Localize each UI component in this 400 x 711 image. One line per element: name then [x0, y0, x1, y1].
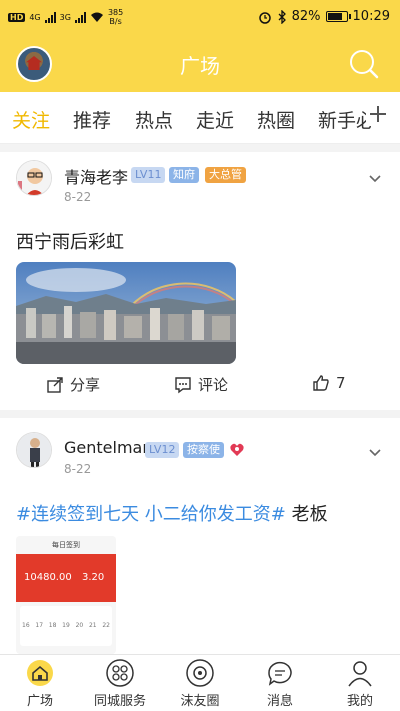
- level-badge-2: LV12: [145, 442, 180, 458]
- comment-button[interactable]: 评论: [174, 374, 228, 395]
- nav-friends-circle-label: 沫友圈: [180, 694, 220, 709]
- calendar-day: 22: [102, 622, 110, 629]
- page-title: 广场: [180, 54, 220, 78]
- tab-follow[interactable]: 关注: [12, 106, 50, 133]
- post-card-2[interactable]: Gentelman LV12 按察使 8-22 #连续签到七天 小二给你发工资#…: [0, 418, 400, 654]
- nav-profile-label: 我的: [346, 694, 373, 709]
- role-badge-2: 大总管: [205, 167, 246, 183]
- share-button[interactable]: 分享: [46, 374, 100, 395]
- comment-label: 评论: [198, 376, 229, 394]
- signal-icon-2: [74, 11, 86, 23]
- calendar-days: 16 17 18 19 20 21 22: [22, 622, 110, 629]
- role-badge: 知府: [169, 167, 199, 183]
- nav-home-label: 广场: [26, 694, 53, 709]
- author-avatar-image-2: [17, 433, 51, 467]
- screenshot-amount-1: 10480.00: [24, 572, 72, 583]
- status-left: HD 4G 3G 385 B/s: [8, 8, 123, 26]
- post-image-rainbow[interactable]: [16, 262, 236, 364]
- author-avatar[interactable]: [16, 160, 52, 196]
- circle-icon: [186, 659, 214, 687]
- like-button[interactable]: 7: [312, 374, 346, 392]
- signal-3g-label: 3G: [59, 12, 71, 22]
- wifi-icon: [90, 12, 103, 22]
- battery-percent: 82%: [291, 9, 321, 24]
- post-date: 8-22: [64, 190, 92, 204]
- nav-friends-circle[interactable]: 沫友圈: [160, 659, 240, 709]
- signal-icon: [44, 11, 56, 23]
- post-card[interactable]: 青海老李 LV11 知府 大总管 8-22 西宁雨后彩虹 分享 评论 7: [0, 152, 400, 410]
- speed-unit: B/s: [109, 17, 122, 26]
- author-name-2[interactable]: Gentelman: [64, 438, 152, 457]
- calendar-day: 21: [88, 622, 97, 629]
- share-label: 分享: [70, 376, 101, 394]
- author-name[interactable]: 青海老李: [64, 164, 128, 188]
- home-icon: [27, 660, 53, 686]
- calendar-day: 16: [22, 622, 30, 629]
- tab-hot[interactable]: 热点: [135, 106, 173, 133]
- screenshot-header: 每日签到: [16, 536, 116, 554]
- post-image-screenshot[interactable]: 每日签到 10480.00 3.20 16 17 18 19 20 21 22: [16, 536, 116, 654]
- thumbs-up-icon: [313, 375, 329, 391]
- rainbow-photo: [16, 262, 236, 364]
- plus-icon[interactable]: [366, 102, 390, 126]
- speed-value: 385: [107, 8, 124, 17]
- feed-divider-2: [0, 410, 400, 418]
- battery-icon: [325, 11, 351, 22]
- calendar-day: 17: [35, 622, 44, 629]
- clock: 10:29: [352, 9, 390, 24]
- battery-fill: [327, 13, 343, 20]
- nav-home[interactable]: 广场: [0, 659, 80, 709]
- status-right: 82% 10:29: [258, 9, 390, 24]
- nav-city-service[interactable]: 同城服务: [80, 659, 160, 709]
- grid-icon: [106, 659, 134, 687]
- message-icon: [268, 661, 292, 686]
- post-actions: 分享 评论 7: [0, 374, 400, 402]
- topic-tag[interactable]: #连续签到七天 小二给你发工资#: [16, 504, 286, 525]
- share-icon: [47, 376, 63, 393]
- comment-icon: [175, 376, 191, 393]
- network-speed: 385 B/s: [108, 8, 123, 26]
- profile-icon: [348, 661, 372, 687]
- post-text-2: #连续签到七天 小二给你发工资# 老板: [16, 500, 328, 526]
- nav-messages-label: 消息: [266, 694, 293, 709]
- nav-messages[interactable]: 消息: [240, 659, 320, 709]
- role-badge-3: 按察使: [183, 442, 224, 458]
- author-avatar-2[interactable]: [16, 432, 52, 468]
- hd-indicator: HD: [8, 12, 26, 22]
- tab-hot-circle[interactable]: 热圈: [257, 106, 295, 133]
- post-text-rest: 老板: [285, 504, 328, 525]
- post-date-2: 8-22: [64, 462, 92, 476]
- nav-city-service-label: 同城服务: [93, 694, 146, 709]
- screenshot-banner: 10480.00 3.20: [16, 554, 116, 602]
- chevron-down-icon[interactable]: [368, 172, 382, 186]
- tab-recommend[interactable]: 推荐: [73, 106, 111, 133]
- screenshot-calendar: 16 17 18 19 20 21 22: [20, 606, 112, 646]
- tab-nearby[interactable]: 走近: [196, 106, 234, 133]
- level-badge: LV11: [131, 167, 166, 183]
- bluetooth-icon: [278, 9, 286, 24]
- bottom-nav: 广场 同城服务 沫友圈 消息 我的: [0, 654, 400, 711]
- author-avatar-image: [17, 161, 51, 195]
- heart-icon: [230, 443, 244, 456]
- chevron-down-icon-2[interactable]: [368, 446, 382, 460]
- signal-4g-label: 4G: [29, 12, 41, 22]
- app-header: 广场: [0, 36, 400, 92]
- calendar-day: 19: [62, 622, 70, 629]
- status-bar: HD 4G 3G 385 B/s 82% 10:29: [0, 0, 400, 36]
- alarm-icon: [258, 11, 271, 24]
- screenshot-amount-2: 3.20: [82, 572, 105, 583]
- post-text: 西宁雨后彩虹: [16, 232, 124, 253]
- feed-divider: [0, 144, 400, 152]
- nav-profile[interactable]: 我的: [320, 659, 400, 709]
- like-count: 7: [336, 374, 346, 392]
- calendar-day: 18: [48, 622, 57, 629]
- search-icon[interactable]: [348, 48, 380, 80]
- category-tabs: 关注 推荐 热点 走近 热圈 新手必: [0, 92, 400, 144]
- calendar-day: 20: [75, 622, 84, 629]
